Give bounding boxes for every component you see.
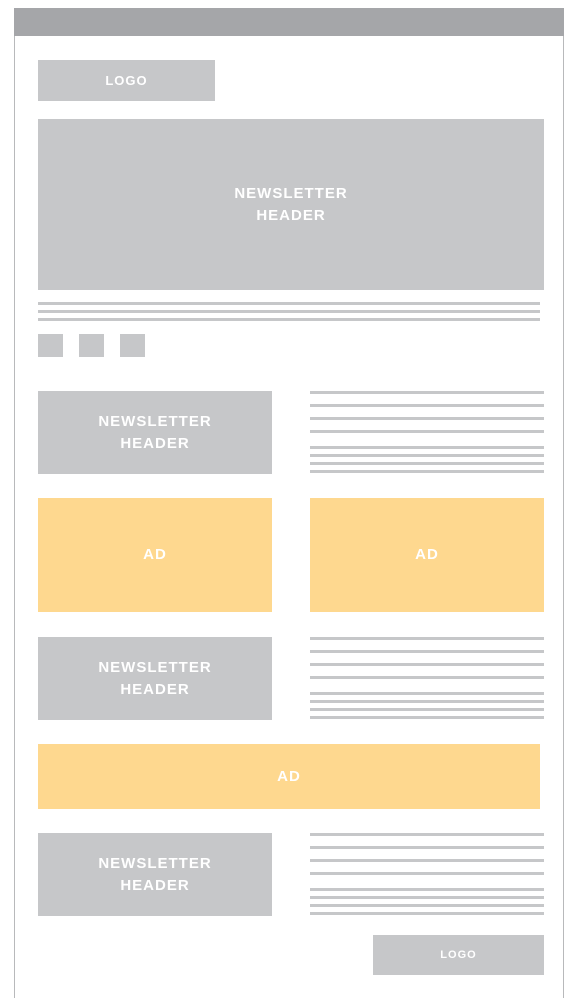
ad-label: AD xyxy=(415,546,439,563)
section-newsletter-header: NEWSLETTER HEADER xyxy=(38,833,272,916)
text-line xyxy=(310,888,544,891)
footer-logo-label: LOGO xyxy=(440,949,477,961)
text-line xyxy=(310,637,544,640)
text-line xyxy=(310,663,544,666)
section-header-label-line2: HEADER xyxy=(120,434,190,452)
ad-label: AD xyxy=(277,767,301,785)
ad-left[interactable]: AD xyxy=(38,498,272,612)
text-line xyxy=(310,650,544,653)
section-header-label-line2: HEADER xyxy=(120,876,190,894)
hero-header-label-line2: HEADER xyxy=(256,206,326,224)
text-line xyxy=(310,470,544,473)
social-icon[interactable] xyxy=(79,334,104,357)
text-line xyxy=(310,417,544,420)
text-line xyxy=(310,846,544,849)
text-line xyxy=(310,391,544,394)
hero-newsletter-header: NEWSLETTER HEADER xyxy=(38,119,544,290)
section-header-label-line2: HEADER xyxy=(120,680,190,698)
text-line xyxy=(310,676,544,679)
intro-text-line xyxy=(38,302,540,305)
text-line xyxy=(310,859,544,862)
text-line xyxy=(310,872,544,875)
window-top-bar xyxy=(14,8,564,36)
hero-header-label-line1: NEWSLETTER xyxy=(234,184,348,202)
footer-logo-placeholder[interactable]: LOGO xyxy=(373,935,544,975)
text-line xyxy=(310,904,544,907)
ad-full-width[interactable]: AD xyxy=(38,744,540,809)
text-line xyxy=(310,692,544,695)
text-line xyxy=(310,833,544,836)
logo-label: LOGO xyxy=(105,73,148,88)
section-header-label-line1: NEWSLETTER xyxy=(98,854,212,872)
ad-right[interactable]: AD xyxy=(310,498,544,612)
text-line xyxy=(310,716,544,719)
text-line xyxy=(310,404,544,407)
text-line xyxy=(310,708,544,711)
logo-placeholder[interactable]: LOGO xyxy=(38,60,215,101)
text-line xyxy=(310,896,544,899)
section-newsletter-header: NEWSLETTER HEADER xyxy=(38,391,272,474)
section-header-label-line1: NEWSLETTER xyxy=(98,412,212,430)
section-header-label-line1: NEWSLETTER xyxy=(98,658,212,676)
text-line xyxy=(310,912,544,915)
social-icon[interactable] xyxy=(120,334,145,357)
text-line xyxy=(310,446,544,449)
intro-text-line xyxy=(38,318,540,321)
section-newsletter-header: NEWSLETTER HEADER xyxy=(38,637,272,720)
text-line xyxy=(310,700,544,703)
text-line xyxy=(310,430,544,433)
social-icon[interactable] xyxy=(38,334,63,357)
intro-text-line xyxy=(38,310,540,313)
text-line xyxy=(310,462,544,465)
text-line xyxy=(310,454,544,457)
ad-label: AD xyxy=(143,546,167,563)
